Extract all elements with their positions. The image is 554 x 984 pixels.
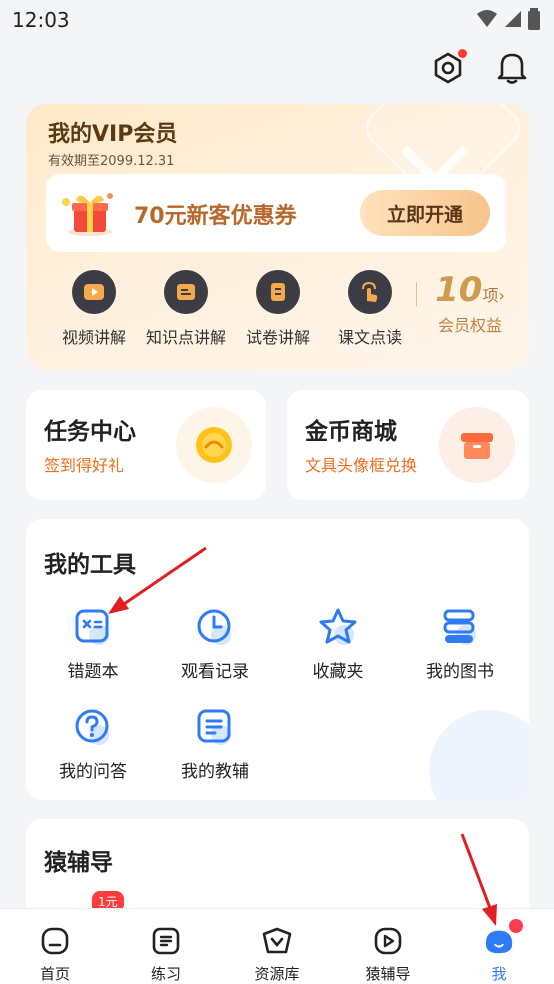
tool-label: 我的问答 xyxy=(59,762,127,782)
tool-label: 我的教辅 xyxy=(181,762,249,782)
video-icon xyxy=(372,925,404,957)
benefits-count: 10 xyxy=(435,270,483,310)
status-icons xyxy=(476,8,540,30)
benefits-unit: 项› xyxy=(482,286,505,305)
card-icon xyxy=(164,270,208,314)
notification-button[interactable] xyxy=(494,50,530,86)
tool-label: 收藏夹 xyxy=(312,662,364,682)
open-vip-button[interactable]: 立即开通 xyxy=(360,190,490,236)
coin-mall-subtitle: 文具头像框兑换 xyxy=(305,456,418,475)
practice-icon xyxy=(150,925,182,957)
tool-label: 观看记录 xyxy=(181,662,249,682)
vip-card[interactable]: 我的VIP会员 有效期至2099.12.31 70元新客优惠券 立即开通 视频讲… xyxy=(26,104,529,370)
tool-my-questions[interactable]: 我的问答 xyxy=(33,707,153,782)
shop-icon xyxy=(439,407,515,483)
benefits-label: 会员权益 xyxy=(437,316,502,335)
task-center-subtitle: 签到得好礼 xyxy=(44,456,125,475)
feature-label: 试卷讲解 xyxy=(245,328,310,347)
tap-icon xyxy=(348,270,392,314)
vip-expire-date: 有效期至2099.12.31 xyxy=(48,154,175,169)
nav-yuanfudao[interactable]: 猿辅导 xyxy=(333,919,443,984)
vip-title: 我的VIP会员 xyxy=(48,122,178,147)
top-actions xyxy=(430,49,530,86)
feature-knowledge[interactable]: 知识点讲解 xyxy=(138,270,234,348)
nav-home[interactable]: 首页 xyxy=(0,919,110,984)
gift-icon xyxy=(62,193,113,236)
tools-decoration xyxy=(429,710,529,800)
vip-benefits[interactable]: 10项› 会员权益 xyxy=(422,270,518,336)
tool-favorites[interactable]: 收藏夹 xyxy=(278,607,398,682)
task-center-card[interactable]: 任务中心 签到得好礼 xyxy=(26,390,266,500)
tool-label: 错题本 xyxy=(67,662,119,682)
feature-label: 知识点讲解 xyxy=(145,328,226,347)
coin-mall-card[interactable]: 金币商城 文具头像框兑换 xyxy=(287,390,529,500)
signal-icon xyxy=(505,11,521,27)
feature-label: 课文点读 xyxy=(337,328,402,347)
books-icon xyxy=(440,607,480,647)
nav-me[interactable]: 我 xyxy=(444,919,554,984)
feature-exam[interactable]: 试卷讲解 xyxy=(230,270,326,348)
book-icon xyxy=(195,707,235,747)
tool-watch-history[interactable]: 观看记录 xyxy=(155,607,275,682)
paper-icon xyxy=(256,270,300,314)
nav-label: 首页 xyxy=(39,965,70,983)
star-icon xyxy=(318,607,358,647)
status-time: 12:03 xyxy=(12,8,70,32)
coin-icon xyxy=(176,407,252,483)
nav-practice[interactable]: 练习 xyxy=(111,919,221,984)
nav-label: 资源库 xyxy=(254,965,300,983)
wifi-icon xyxy=(477,10,497,27)
feature-reading[interactable]: 课文点读 xyxy=(322,270,418,348)
coupon-text: 70元新客优惠券 xyxy=(134,204,297,229)
tool-wrong-questions[interactable]: 错题本 xyxy=(33,607,153,682)
question-icon xyxy=(73,707,113,747)
bell-icon xyxy=(497,53,527,84)
tool-my-tutoring[interactable]: 我的教辅 xyxy=(155,707,275,782)
settings-button[interactable] xyxy=(430,49,467,86)
tools-card: 我的工具 错题本 观看记录 收藏夹 我的图书 我的问答 我的教辅 xyxy=(26,519,529,800)
nav-label: 猿辅导 xyxy=(365,965,411,983)
resource-icon xyxy=(261,925,293,957)
status-bar: 12:03 xyxy=(0,0,554,40)
tool-my-books[interactable]: 我的图书 xyxy=(400,607,520,682)
bottom-nav: 首页 练习 资源库 猿辅导 我 xyxy=(0,908,554,984)
yuanfudao-title: 猿辅导 xyxy=(44,850,113,876)
nav-label: 练习 xyxy=(150,965,181,983)
task-center-title: 任务中心 xyxy=(44,419,136,445)
tools-title: 我的工具 xyxy=(44,552,136,578)
coin-mall-title: 金币商城 xyxy=(305,419,397,445)
me-avatar-icon xyxy=(483,919,523,957)
vip-features: 视频讲解 知识点讲解 试卷讲解 课文点读 10项› 会员权益 xyxy=(46,270,516,354)
vip-divider xyxy=(416,282,417,306)
battery-icon xyxy=(528,8,540,30)
coupon-banner[interactable]: 70元新客优惠券 立即开通 xyxy=(46,174,506,252)
settings-badge xyxy=(458,49,467,58)
feature-label: 视频讲解 xyxy=(61,328,126,347)
me-badge xyxy=(509,919,523,933)
calculator-icon xyxy=(73,607,113,647)
nav-resources[interactable]: 资源库 xyxy=(222,919,332,984)
feature-video[interactable]: 视频讲解 xyxy=(46,270,142,348)
play-icon xyxy=(72,270,116,314)
nav-label: 我 xyxy=(491,965,507,983)
home-icon xyxy=(39,925,71,957)
clock-icon xyxy=(195,607,235,647)
tool-label: 我的图书 xyxy=(426,662,494,682)
